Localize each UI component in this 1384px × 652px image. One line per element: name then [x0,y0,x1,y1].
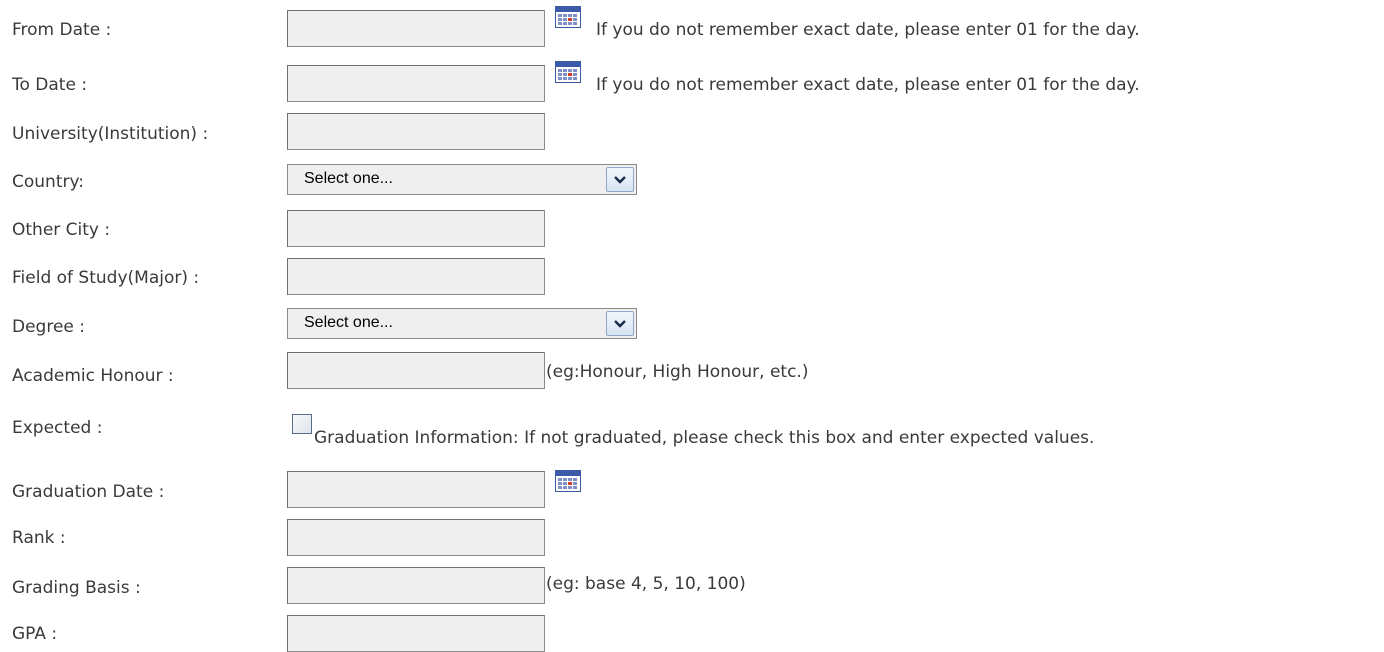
expected-hint: Graduation Information: If not graduated… [314,428,1095,448]
gpa-label: GPA : [12,624,58,644]
expected-label: Expected : [12,418,103,438]
calendar-icon[interactable] [555,61,581,83]
to-date-label: To Date : [12,75,88,95]
from-date-label: From Date : [12,20,112,40]
to-date-input[interactable] [287,65,545,102]
chevron-down-icon[interactable] [606,167,634,192]
to-date-hint: If you do not remember exact date, pleas… [596,75,1140,95]
degree-selected-value: Select one... [304,314,393,331]
from-date-hint: If you do not remember exact date, pleas… [596,20,1140,40]
field-of-study-label: Field of Study(Major) : [12,268,200,288]
academic-honour-label: Academic Honour : [12,366,174,386]
degree-label: Degree : [12,317,86,337]
rank-input[interactable] [287,519,545,556]
other-city-label: Other City : [12,220,111,240]
other-city-input[interactable] [287,210,545,247]
academic-honour-hint: (eg:Honour, High Honour, etc.) [546,362,809,382]
graduation-date-input[interactable] [287,471,545,508]
field-of-study-input[interactable] [287,258,545,295]
gpa-input[interactable] [287,615,545,652]
country-selected-value: Select one... [304,170,393,187]
academic-honour-input[interactable] [287,352,545,389]
grading-basis-hint: (eg: base 4, 5, 10, 100) [546,574,746,594]
country-select[interactable]: Select one... [287,164,637,195]
country-label: Country: [12,172,85,192]
calendar-icon[interactable] [555,6,581,28]
rank-label: Rank : [12,528,66,548]
degree-select[interactable]: Select one... [287,308,637,339]
university-label: University(Institution) : [12,124,209,144]
chevron-down-icon[interactable] [606,311,634,336]
university-input[interactable] [287,113,545,150]
calendar-icon[interactable] [555,470,581,492]
expected-checkbox[interactable] [292,414,312,434]
grading-basis-label: Grading Basis : [12,578,141,598]
from-date-input[interactable] [287,10,545,47]
grading-basis-input[interactable] [287,567,545,604]
graduation-date-label: Graduation Date : [12,482,165,502]
